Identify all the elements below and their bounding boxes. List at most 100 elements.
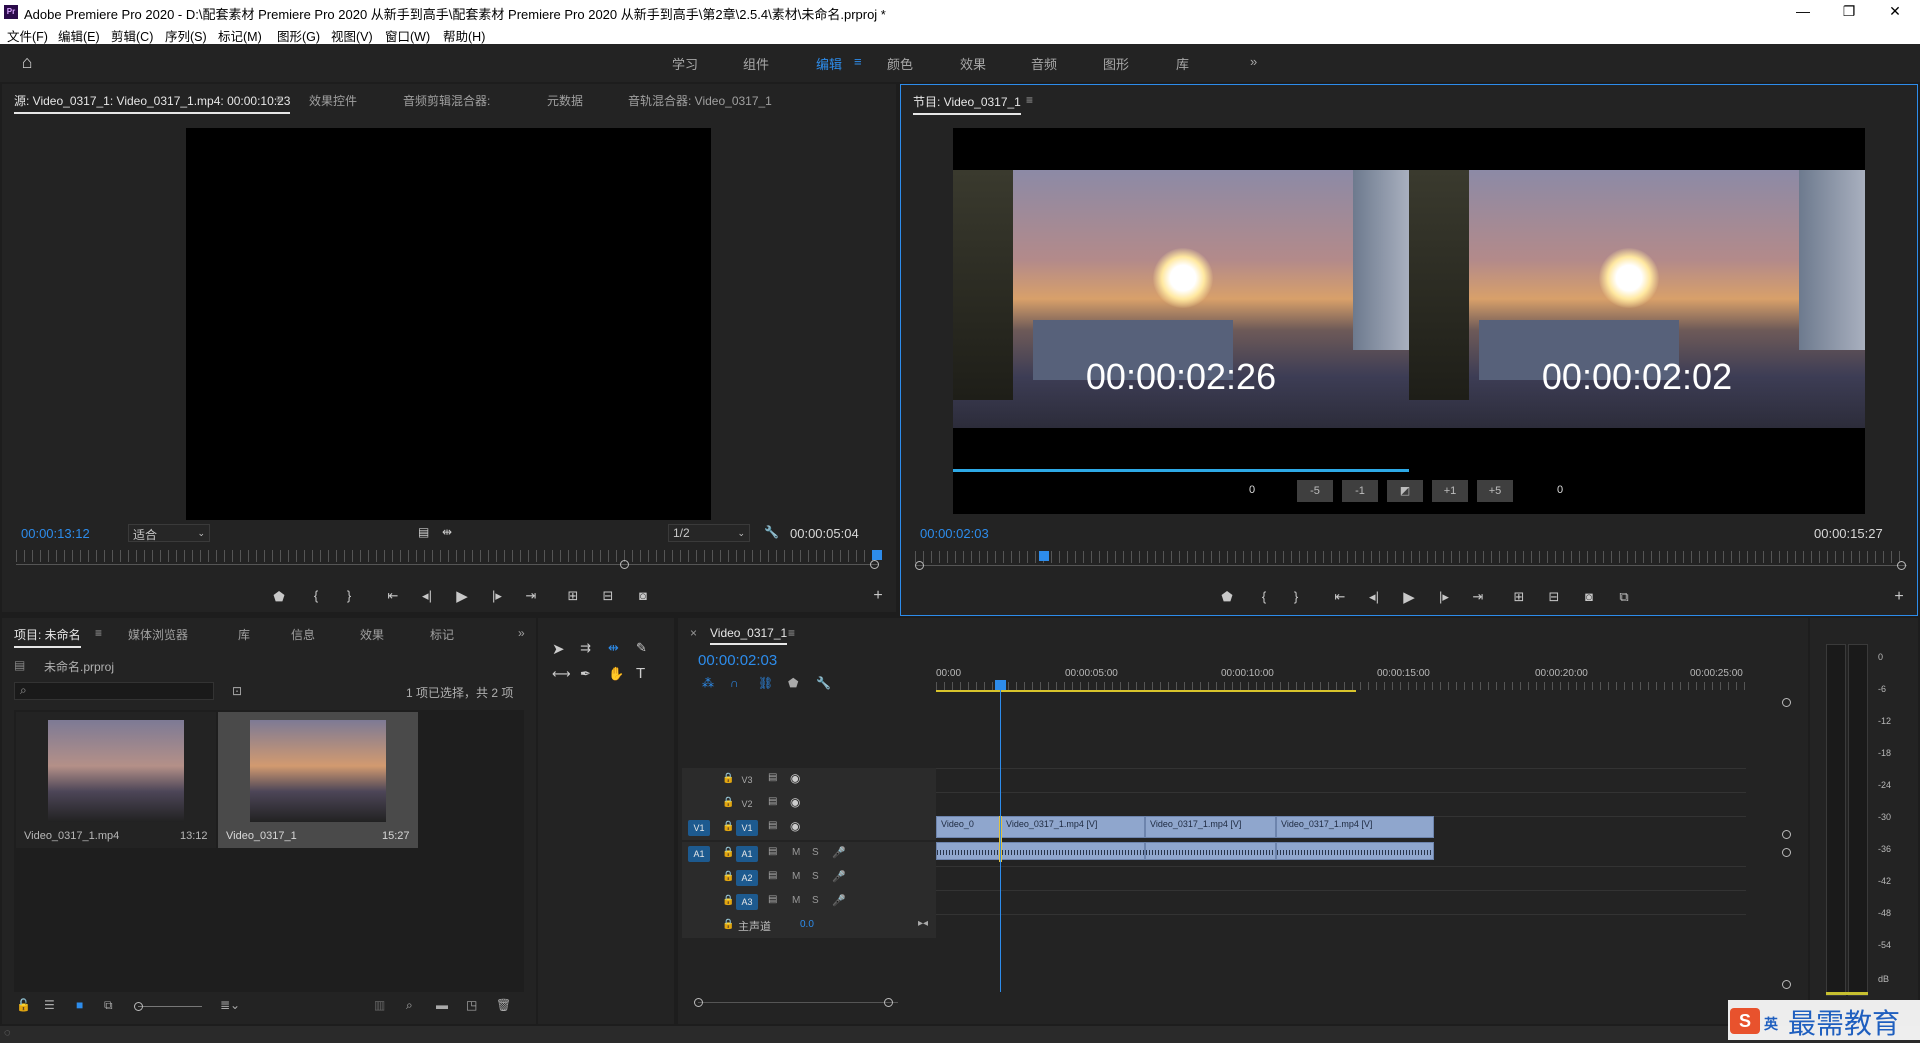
step-forward-icon[interactable]: |▸ xyxy=(1433,589,1455,605)
mute-button[interactable]: M xyxy=(792,847,800,858)
trim-plus-1-button[interactable]: +1 xyxy=(1432,480,1468,502)
program-timecode[interactable]: 00:00:02:03 xyxy=(920,526,989,541)
workspace-editing[interactable]: 编辑 xyxy=(816,54,842,73)
audio-clip[interactable] xyxy=(1001,842,1145,860)
new-item-icon[interactable]: ◳ xyxy=(466,998,477,1012)
source-zoom-bar[interactable] xyxy=(16,564,878,565)
go-to-in-icon[interactable]: ⇤ xyxy=(382,588,404,604)
export-frame-icon[interactable]: ◙ xyxy=(632,588,654,603)
master-menu-icon[interactable]: ▸◂ xyxy=(918,918,928,929)
tab-sequence[interactable]: Video_0317_1 xyxy=(710,626,788,645)
minimize-button[interactable]: — xyxy=(1780,0,1826,24)
sync-lock-icon[interactable]: ▤ xyxy=(768,820,777,831)
horizontal-scroll-handle-right[interactable] xyxy=(884,998,893,1007)
source-zoom-handle[interactable] xyxy=(620,560,629,569)
program-zoom-bar[interactable] xyxy=(915,565,1907,566)
audio-clip[interactable] xyxy=(1276,842,1434,860)
timeline-clip[interactable]: Video_0 xyxy=(936,816,1001,838)
close-tab-icon[interactable]: × xyxy=(690,626,697,640)
wrench-icon[interactable]: 🔧 xyxy=(764,525,779,539)
tab-source[interactable]: 源: Video_0317_1: Video_0317_1.mp4: 00:00… xyxy=(14,92,291,114)
project-tab-menu-icon[interactable]: ≡ xyxy=(95,626,102,640)
solo-button[interactable]: S xyxy=(812,895,819,906)
source-tab-menu-icon[interactable]: ≡ xyxy=(276,92,283,106)
lock-icon[interactable]: 🔒 xyxy=(722,847,734,858)
selection-tool-icon[interactable]: ➤ xyxy=(552,640,565,658)
sync-lock-icon[interactable]: ▤ xyxy=(768,796,777,807)
source-zoom-handle-right[interactable] xyxy=(870,560,879,569)
trim-minus-1-button[interactable]: -1 xyxy=(1342,480,1378,502)
tab-libraries[interactable]: 库 xyxy=(238,626,250,643)
mark-out-icon[interactable]: } xyxy=(338,588,360,603)
export-frame-icon[interactable]: ◙ xyxy=(1578,589,1600,604)
menu-file[interactable]: 文件(F) xyxy=(7,26,48,45)
home-icon[interactable]: ⌂ xyxy=(14,52,40,74)
play-icon[interactable]: ▶ xyxy=(451,587,473,605)
workspace-libraries[interactable]: 库 xyxy=(1176,54,1189,73)
track-select-tool-icon[interactable]: ⇉ xyxy=(580,640,591,656)
menu-marker[interactable]: 标记(M) xyxy=(218,26,262,45)
workspace-learn[interactable]: 学习 xyxy=(672,54,698,73)
snap-icon[interactable]: ∩ xyxy=(730,676,739,690)
source-patch-a1[interactable]: A1 xyxy=(688,846,710,862)
timeline-timecode[interactable]: 00:00:02:03 xyxy=(698,652,777,669)
zoom-slider[interactable] xyxy=(138,1006,202,1007)
new-bin-icon[interactable]: ▬ xyxy=(436,998,448,1012)
workspace-menu-icon[interactable]: ≡ xyxy=(854,54,862,69)
trim-plus-5-button[interactable]: +5 xyxy=(1477,480,1513,502)
work-area-bar[interactable] xyxy=(936,690,1356,692)
workspace-graphics[interactable]: 图形 xyxy=(1103,54,1129,73)
tab-markers[interactable]: 标记 xyxy=(430,626,454,643)
source-playhead[interactable] xyxy=(872,550,882,560)
eye-icon[interactable]: ◉ xyxy=(790,771,800,785)
master-volume[interactable]: 0.0 xyxy=(800,919,814,930)
apply-default-transition-button[interactable]: ◩ xyxy=(1387,480,1423,502)
track-label[interactable]: A3 xyxy=(736,894,758,910)
menu-help[interactable]: 帮助(H) xyxy=(443,26,485,45)
sync-lock-icon[interactable]: ▤ xyxy=(768,772,777,783)
program-zoom-handle-right[interactable] xyxy=(1897,561,1906,570)
menu-window[interactable]: 窗口(W) xyxy=(385,26,430,45)
timeline-ruler[interactable] xyxy=(936,682,1746,690)
program-tab-menu-icon[interactable]: ≡ xyxy=(1026,93,1033,107)
menu-edit[interactable]: 编辑(E) xyxy=(58,26,100,45)
tab-effect-controls[interactable]: 效果控件 xyxy=(309,92,357,109)
track-label[interactable]: A2 xyxy=(736,870,758,886)
workspace-color[interactable]: 颜色 xyxy=(887,54,913,73)
type-tool-icon[interactable]: T xyxy=(636,665,645,682)
voice-over-icon[interactable]: 🎤 xyxy=(832,870,846,883)
play-icon[interactable]: ▶ xyxy=(1398,588,1420,606)
trim-minus-5-button[interactable]: -5 xyxy=(1297,480,1333,502)
timeline-settings-icon[interactable]: 🔧 xyxy=(816,676,831,690)
eye-icon[interactable]: ◉ xyxy=(790,795,800,809)
ripple-edit-tool-icon[interactable]: ⇹ xyxy=(608,640,619,656)
insert-overlay-icon[interactable]: ⇹ xyxy=(442,525,452,539)
tab-program[interactable]: 节目: Video_0317_1 xyxy=(913,93,1021,115)
timeline-clip[interactable]: Video_0317_1.mp4 [V] xyxy=(1276,816,1434,838)
mark-in-icon[interactable]: { xyxy=(305,588,327,603)
menu-graphics[interactable]: 图形(G) xyxy=(277,26,320,45)
add-marker-icon[interactable]: ⬟ xyxy=(1216,589,1238,605)
close-button[interactable]: ✕ xyxy=(1872,0,1918,24)
extract-icon[interactable]: ⊟ xyxy=(1543,589,1565,605)
voice-over-icon[interactable]: 🎤 xyxy=(832,846,846,859)
timeline-tab-menu-icon[interactable]: ≡ xyxy=(788,626,795,640)
safe-margins-icon[interactable]: ▤ xyxy=(418,525,429,539)
tab-audio-track-mixer[interactable]: 音轨混合器: Video_0317_1 xyxy=(628,92,772,109)
source-patch-v1[interactable]: V1 xyxy=(688,820,710,836)
razor-tool-icon[interactable]: ✎ xyxy=(636,640,647,656)
automate-to-sequence-icon[interactable]: ▥ xyxy=(374,998,385,1012)
go-to-out-icon[interactable]: ⇥ xyxy=(520,588,542,604)
lock-icon[interactable]: 🔒 xyxy=(722,871,734,882)
overwrite-icon[interactable]: ⊟ xyxy=(597,588,619,604)
timeline-clip[interactable]: Video_0317_1.mp4 [V] xyxy=(1001,816,1145,838)
sort-icons-icon[interactable]: ≣⌄ xyxy=(220,998,240,1012)
project-search-input[interactable] xyxy=(14,682,214,700)
horizontal-scroll-bar[interactable] xyxy=(698,1002,898,1003)
tab-project[interactable]: 项目: 未命名 xyxy=(14,626,81,648)
fit-dropdown[interactable]: 适合 ⌄ xyxy=(128,524,210,542)
voice-over-icon[interactable]: 🎤 xyxy=(832,894,846,907)
audio-clip[interactable] xyxy=(1145,842,1276,860)
sync-lock-icon[interactable]: ▤ xyxy=(768,846,777,857)
sync-lock-icon[interactable]: ▤ xyxy=(768,894,777,905)
